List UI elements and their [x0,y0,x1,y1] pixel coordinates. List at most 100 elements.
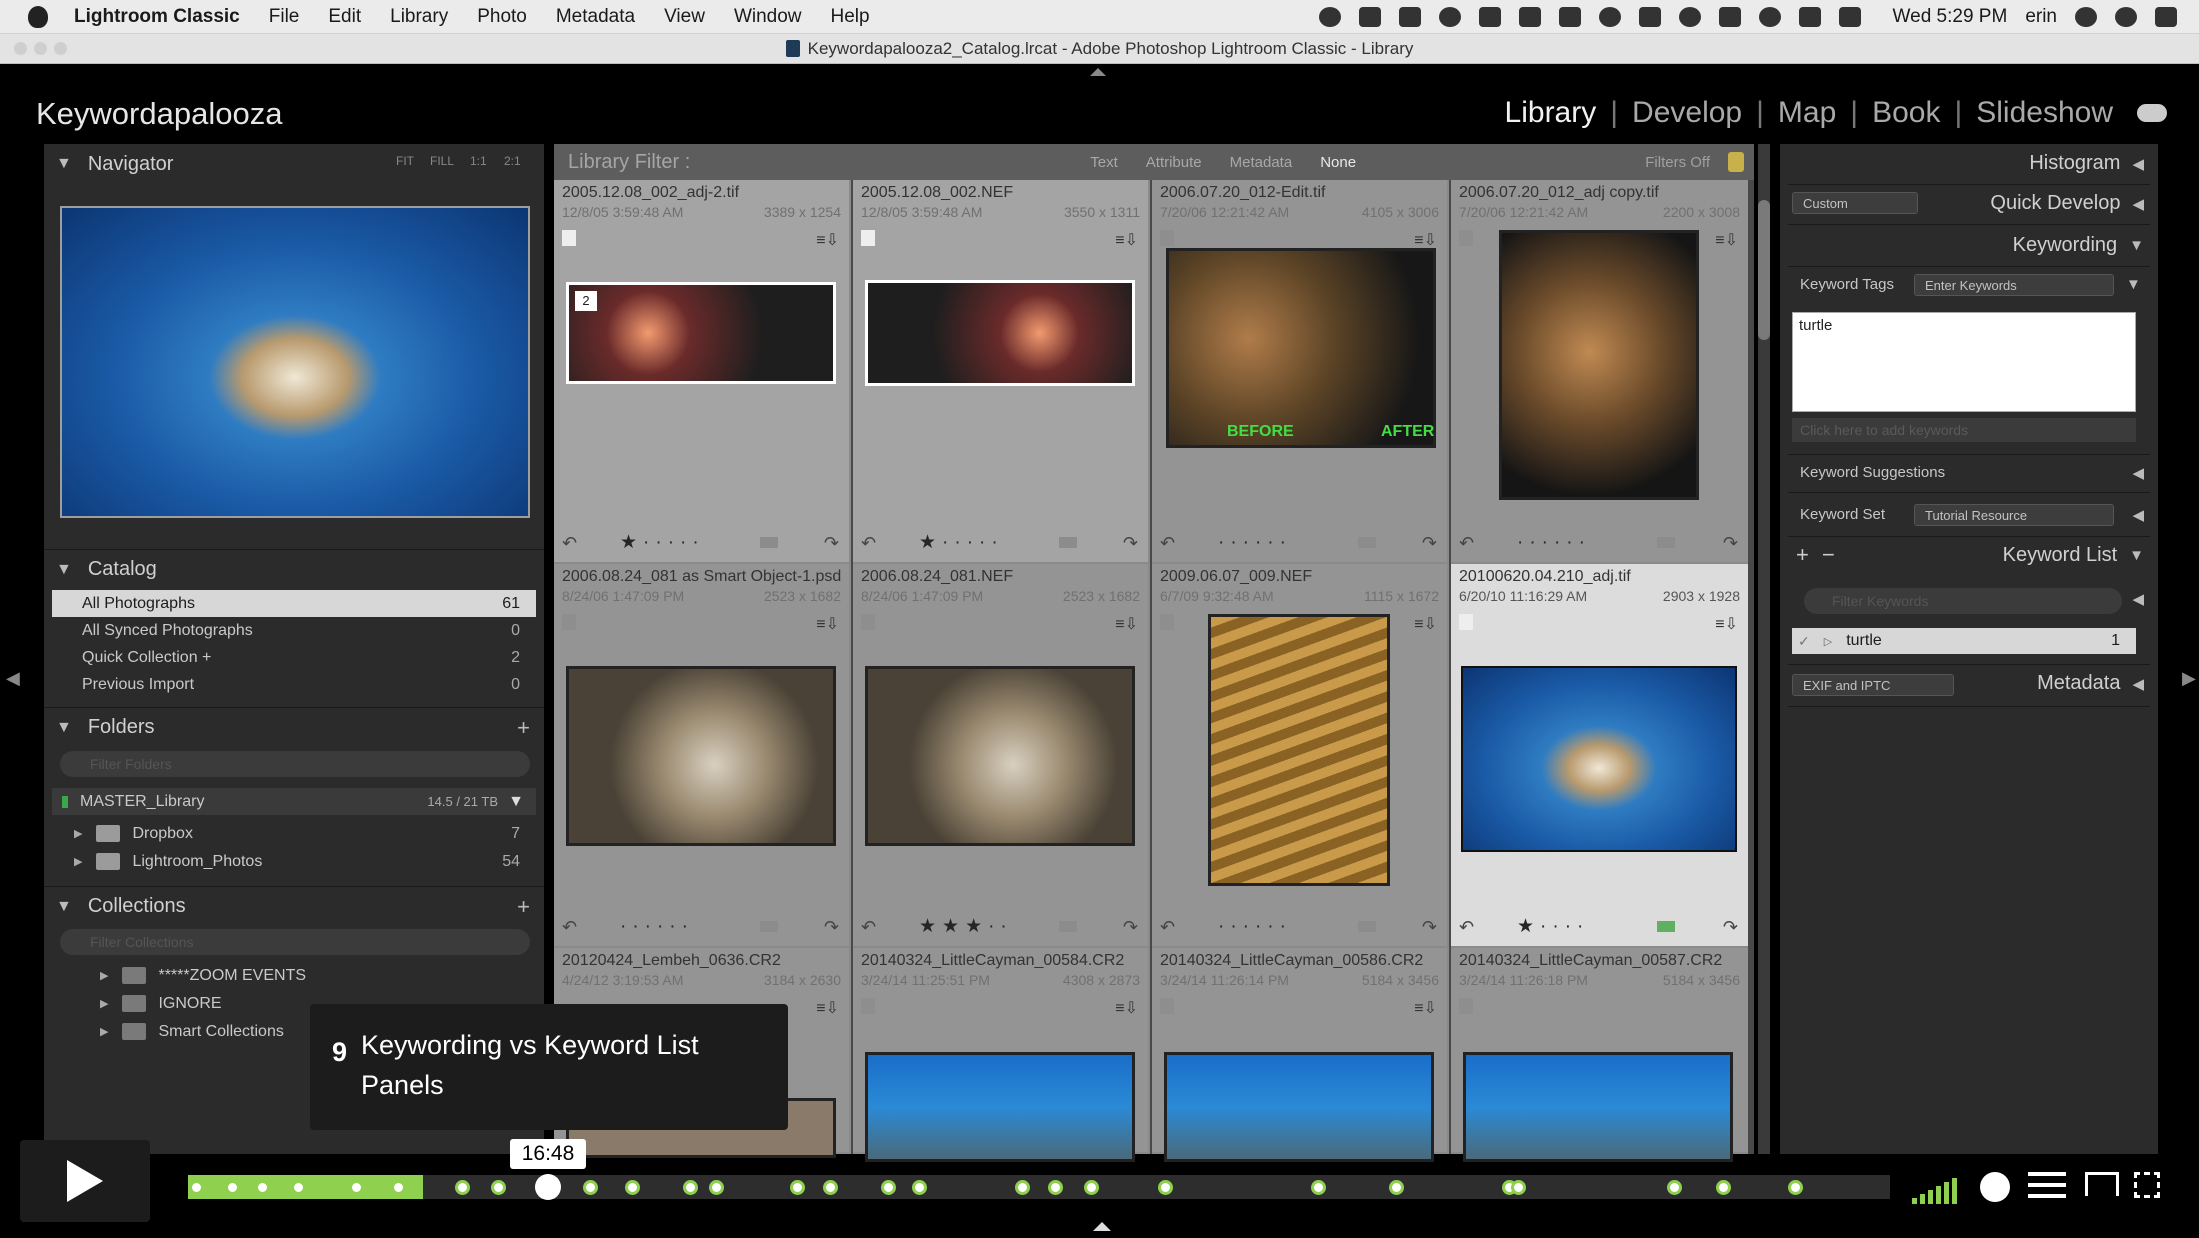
add-collection-icon[interactable]: + [517,894,530,920]
top-panel-toggle[interactable] [1090,68,1106,76]
collapse-triangle-icon[interactable]: ◀ [2132,675,2144,693]
chapter-marker[interactable] [625,1180,640,1195]
expand-triangle-icon[interactable]: ▼ [2129,547,2144,564]
stack-count-badge[interactable]: 2 [575,291,597,311]
grid-cell[interactable]: 2006.08.24_081 as Smart Object-1.psd 8/2… [554,564,851,948]
menu-help[interactable]: Help [831,6,870,28]
module-develop[interactable]: Develop [1632,96,1742,130]
histogram-header[interactable]: Histogram ◀ [2029,152,2144,175]
filter-tab-attribute[interactable]: Attribute [1146,154,1202,171]
battery-icon[interactable] [1558,7,1581,27]
expand-triangle-icon[interactable]: ▼ [2129,237,2144,254]
rotate-right-icon[interactable]: ↷ [824,533,839,554]
rotate-left-icon[interactable]: ↶ [1160,917,1175,938]
star-rating[interactable]: ★····· [620,531,705,554]
rotate-right-icon[interactable]: ↷ [1123,917,1138,938]
metadata-badge-icon[interactable]: ≡⇩ [1115,614,1138,634]
chapter-marker[interactable] [1084,1180,1099,1195]
chapter-marker[interactable] [1667,1180,1682,1195]
progress-bar[interactable] [188,1175,1890,1199]
grid-cell[interactable]: 2005.12.08_002_adj-2.tif 12/8/05 3:59:48… [554,180,851,564]
rotate-right-icon[interactable]: ↷ [1123,533,1138,554]
chapter-marker[interactable] [455,1180,470,1195]
remove-keyword-icon[interactable]: − [1822,542,1835,568]
apple-icon[interactable] [28,5,48,28]
chapter-marker[interactable] [225,1180,240,1195]
keyword-list-header[interactable]: Keyword List ▼ [2003,544,2144,567]
airplay-menu-icon[interactable] [1718,7,1741,27]
dropbox-icon[interactable] [1398,7,1421,27]
zoom-2-1[interactable]: 2:1 [504,154,521,168]
folder-dropbox[interactable]: ▶ Dropbox 7 [52,820,536,847]
color-label[interactable] [1358,537,1376,548]
chapters-list-icon[interactable] [2028,1172,2066,1198]
flag-icon[interactable] [1160,230,1174,246]
menu-edit[interactable]: Edit [328,6,361,28]
record-icon[interactable] [1678,7,1701,27]
star-rating[interactable]: ★···· [1517,915,1589,938]
thumbnail-image[interactable] [865,280,1135,386]
flag-icon[interactable] [1160,614,1174,630]
fullscreen-icon[interactable] [2134,1172,2160,1198]
siri-icon[interactable] [2115,7,2137,27]
airplay-icon[interactable] [2085,1172,2119,1196]
keywording-header[interactable]: Keywording ▼ [2013,234,2144,257]
thumbnail-image[interactable] [1499,230,1699,500]
disclosure-triangle-icon[interactable]: ▶ [100,997,108,1010]
thumbnail-image[interactable]: 2 [566,282,836,384]
thumbnail-image[interactable] [1463,1052,1733,1162]
chapter-marker[interactable] [391,1180,406,1195]
spotlight-icon[interactable] [2075,7,2097,27]
navigator-preview-image[interactable] [60,206,530,518]
play-button[interactable] [20,1140,150,1222]
grid-cell[interactable]: 20140324_LittleCayman_00584.CR2 3/24/14 … [853,948,1150,1162]
grid-cell[interactable]: 20140324_LittleCayman_00586.CR2 3/24/14 … [1152,948,1449,1162]
add-keywords-input[interactable]: Click here to add keywords [1792,418,2136,442]
chapter-marker[interactable] [1311,1180,1326,1195]
checkmark-icon[interactable]: ✓ [1798,633,1810,650]
catalog-item-all-photographs[interactable]: All Photographs 61 [52,590,536,617]
rotate-left-icon[interactable]: ↶ [1160,533,1175,554]
keyword-tags-textarea[interactable]: turtle [1792,312,2136,412]
chapter-marker[interactable] [823,1180,838,1195]
grid-cell[interactable]: 2005.12.08_002.NEF 12/8/05 3:59:48 AM 35… [853,180,1150,564]
chapter-marker[interactable] [912,1180,927,1195]
module-slideshow[interactable]: Slideshow [1976,96,2113,130]
keyword-suggestions-toggle-icon[interactable]: ◀ [2132,464,2144,482]
module-map[interactable]: Map [1778,96,1836,130]
color-label[interactable] [1657,537,1675,548]
grid-scrollbar-thumb[interactable] [1758,200,1770,340]
menu-metadata[interactable]: Metadata [556,6,635,28]
filter-tab-none[interactable]: None [1320,154,1356,171]
module-library[interactable]: Library [1505,96,1597,130]
rotate-right-icon[interactable]: ↷ [1422,917,1437,938]
thumbnail-image[interactable] [1164,1052,1434,1162]
metadata-header[interactable]: Metadata ◀ [2037,672,2144,695]
navigator-header[interactable]: ▼ Navigator [44,144,544,184]
rotate-right-icon[interactable]: ↷ [1723,917,1738,938]
grid-cell[interactable]: 2006.07.20_012-Edit.tif 7/20/06 12:21:42… [1152,180,1449,564]
grid-cell[interactable]: 2006.08.24_081.NEF 8/24/06 1:47:09 PM 25… [853,564,1150,948]
menu-window[interactable]: Window [734,6,802,28]
chapter-marker[interactable] [1511,1180,1526,1195]
sync-icon[interactable] [1518,7,1541,27]
rotate-left-icon[interactable]: ↶ [562,917,577,938]
folder-filter-input[interactable]: Filter Folders [60,751,530,777]
zoom-window-button[interactable] [54,42,67,55]
thumbnail-image[interactable] [865,1052,1135,1162]
rotate-left-icon[interactable]: ↶ [861,533,876,554]
keyword-tags-menu-icon[interactable]: ▼ [2126,276,2141,293]
metadata-badge-icon[interactable]: ≡⇩ [1715,614,1738,634]
menu-photo[interactable]: Photo [477,6,527,28]
star-rating[interactable]: ······ [1517,532,1591,554]
collapse-triangle-icon[interactable]: ▼ [56,719,72,737]
bluetooth-icon[interactable] [1758,7,1781,27]
thumbnail-image[interactable] [1461,666,1737,852]
metadata-badge-icon[interactable]: ≡⇩ [1414,230,1437,250]
filter-tab-metadata[interactable]: Metadata [1230,154,1293,171]
metadata-badge-icon[interactable]: ≡⇩ [816,998,839,1018]
catalog-item-previous-import[interactable]: Previous Import 0 [52,671,536,698]
chapter-marker[interactable] [1389,1180,1404,1195]
grid-cell[interactable]: 2006.07.20_012_adj copy.tif 7/20/06 12:2… [1451,180,1748,564]
chapter-marker[interactable] [1048,1180,1063,1195]
